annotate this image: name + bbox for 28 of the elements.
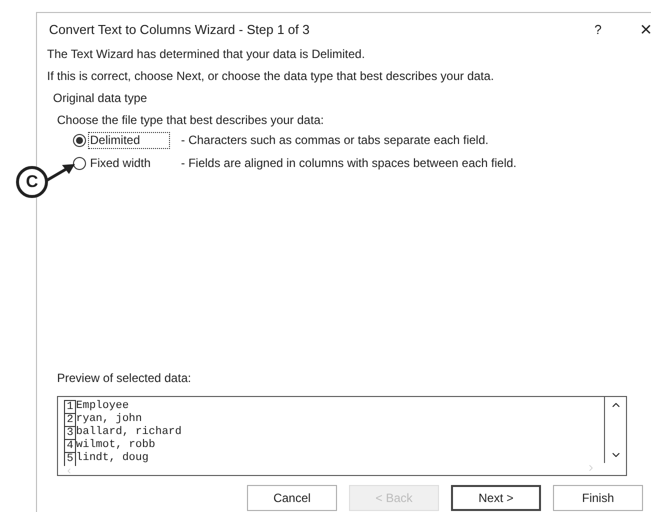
radio-button[interactable] [73, 156, 86, 170]
wizard-button[interactable]: Cancel [247, 485, 337, 511]
callout-marker: C [16, 166, 48, 198]
window-title: Convert Text to Columns Wizard - Step 1 of 3 [49, 21, 311, 40]
preview-row: lindt, doug [76, 452, 149, 465]
wizard-message: If this is correct, choose Next, or choose the data type that best describes your data. [47, 69, 495, 84]
option-description: - Characters such as commas or tabs separate each field. [181, 132, 488, 148]
row-number: 4 [64, 438, 76, 452]
row-number: 2 [64, 412, 76, 426]
close-button[interactable]: × [631, 20, 651, 40]
radio-label[interactable]: Fixed width [89, 156, 169, 170]
radio-label[interactable]: Delimited [89, 132, 169, 148]
preview-label: Preview of selected data: [56, 371, 192, 386]
preview-row: wilmot, robb [76, 439, 156, 452]
row-number: 1 [64, 400, 76, 414]
radio-button[interactable] [73, 134, 86, 146]
preview-row: ryan, john [76, 413, 142, 426]
row-number: 3 [64, 426, 76, 440]
preview-row: ballard, richard [76, 426, 182, 439]
row-number: 5 [64, 452, 76, 466]
wizard-message: The Text Wizard has determined that your data is Delimited. [47, 47, 366, 62]
group-prompt: Choose the file type that best describes your data: [56, 113, 325, 128]
group-title: Original data type [52, 91, 148, 106]
option-description: - Fields are aligned in columns with spaces between each field. [181, 156, 517, 170]
wizard-button[interactable]: Finish [553, 485, 643, 511]
help-button[interactable]: ? [583, 20, 613, 40]
wizard-button[interactable]: Next > [451, 485, 541, 511]
preview-row: Employee [76, 400, 129, 413]
